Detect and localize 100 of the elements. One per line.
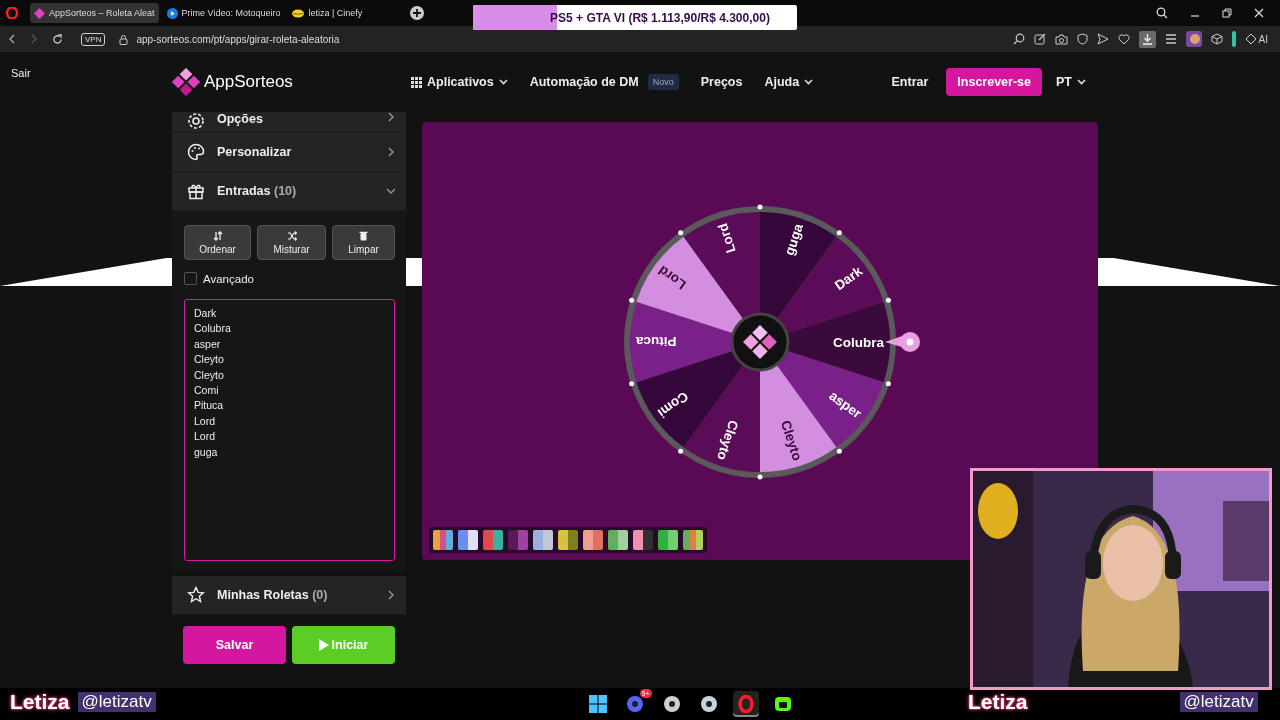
entry-text: Pituca — [194, 398, 224, 414]
tv-icon — [773, 695, 792, 713]
palette-swatch[interactable] — [583, 530, 603, 550]
accordion-header[interactable]: Personalizar — [172, 133, 406, 172]
brand-name[interactable]: AppSorteos — [204, 72, 293, 92]
segment-label: Pituca — [636, 334, 677, 349]
camera-icon[interactable] — [1054, 33, 1068, 45]
menu-icon[interactable] — [1164, 34, 1177, 44]
rim-dot — [629, 381, 635, 387]
language-selector[interactable]: PT — [1050, 74, 1092, 90]
overlay-label: Sair — [11, 67, 31, 79]
address-field[interactable]: app-sorteos.com/pt/apps/girar-roleta-aleatoria — [136, 33, 340, 45]
entry-text: guga — [194, 444, 218, 460]
rim-dot — [757, 204, 763, 210]
rim-dot — [757, 474, 763, 480]
reload-icon[interactable] — [52, 33, 63, 45]
windows-icon — [588, 695, 607, 713]
new-tab-button[interactable] — [410, 6, 425, 20]
browser-tab[interactable]: letiza | Cinefy — [288, 3, 367, 23]
circle-app-icon — [662, 695, 681, 713]
zoom-icon[interactable] — [1012, 33, 1025, 45]
nav-link[interactable]: Preços — [700, 75, 743, 89]
rim-dot — [836, 230, 842, 236]
lock-icon — [119, 33, 129, 45]
send-icon[interactable] — [1096, 33, 1109, 45]
accordion-header[interactable]: Opções — [172, 112, 406, 133]
save-button[interactable]: Salvar — [183, 626, 286, 664]
advanced-checkbox[interactable] — [184, 272, 197, 285]
taskbar-app[interactable] — [732, 691, 759, 717]
lips-icon — [292, 8, 305, 18]
nav-link[interactable]: Automação de DM Novo — [529, 74, 679, 90]
signup-button[interactable]: Inscrever-se — [946, 68, 1042, 96]
palette-swatch[interactable] — [533, 530, 553, 550]
wheel-pointer — [885, 332, 920, 352]
cube-icon[interactable] — [1210, 33, 1223, 45]
browser-tab[interactable]: Prime Video: Motoqueiro — [162, 3, 285, 23]
palette-swatch[interactable] — [633, 530, 653, 550]
segment-label: Lord — [715, 221, 739, 255]
play-icon — [166, 7, 178, 19]
palette-swatch[interactable] — [608, 530, 628, 550]
browser-tab[interactable]: AppSorteos – Roleta Aleat — [30, 3, 159, 23]
sort-icon — [212, 230, 223, 241]
segment-label: Cleyto — [777, 418, 805, 463]
accordion-header[interactable]: Minhas Roletas (0) — [172, 576, 406, 615]
palette-swatch[interactable] — [433, 530, 453, 550]
palette-icon — [187, 143, 205, 161]
restore-icon[interactable] — [1222, 8, 1232, 18]
gear-icon — [187, 112, 205, 130]
circle-app-icon — [625, 695, 644, 713]
wheel-hub[interactable] — [730, 312, 790, 372]
nav-link[interactable]: Aplicativos — [411, 75, 508, 89]
streamer-handle: @letizatv — [1179, 692, 1258, 712]
palette-swatch[interactable] — [683, 530, 703, 550]
streamer-handle: @letizatv — [77, 692, 156, 712]
rim-dot — [678, 230, 684, 236]
back-icon[interactable] — [8, 34, 16, 44]
rim-dot — [678, 448, 684, 454]
browser-logo-icon[interactable] — [6, 7, 18, 19]
entries-textarea[interactable]: Dark Colubra asper Cleyto Cleyto Comi Pituca Lord Lord guga — [184, 299, 395, 561]
nav-link[interactable]: Ajuda — [764, 75, 814, 89]
entry-text: Cleyto — [194, 367, 224, 383]
action-button[interactable]: Ordenar — [184, 225, 251, 260]
chevron-icon — [386, 147, 396, 157]
close-icon[interactable] — [1254, 8, 1264, 18]
avatar-icon[interactable] — [1185, 31, 1202, 47]
palette-swatch[interactable] — [458, 530, 478, 550]
circle-app-icon — [699, 695, 718, 713]
login-link[interactable]: Entrar — [891, 75, 929, 89]
heart-icon[interactable] — [1117, 33, 1130, 45]
palette-swatch[interactable] — [658, 530, 678, 550]
sidebar-indicator-icon[interactable] — [1231, 31, 1236, 47]
vpn-badge[interactable]: VPN — [81, 32, 106, 46]
shield-icon[interactable] — [1076, 33, 1088, 45]
chevron-down-icon — [498, 79, 508, 85]
logo-icon[interactable] — [172, 68, 200, 96]
ring-icon — [736, 695, 755, 713]
chevron-icon — [386, 590, 396, 600]
entry-text: Lord — [194, 413, 215, 429]
gift-icon — [187, 182, 205, 200]
segment-label: Colubra — [833, 335, 884, 350]
star-icon — [187, 586, 205, 604]
search-icon[interactable] — [1156, 7, 1168, 19]
rim-dot — [836, 448, 842, 454]
download-icon[interactable] — [1138, 30, 1156, 48]
palette-swatch[interactable] — [508, 530, 528, 550]
entry-text: Dark — [194, 306, 217, 321]
segment-label: guga — [781, 221, 806, 258]
checkbox-label: Avançado — [203, 272, 254, 285]
chevron-down-icon — [804, 79, 814, 85]
edit-icon[interactable] — [1033, 33, 1046, 45]
play-icon — [318, 639, 329, 651]
palette-swatch[interactable] — [558, 530, 578, 550]
goal-text: PS5 + GTA VI (R$ 1.113,90/R$ 4.300,00) — [549, 10, 770, 25]
grid-icon — [411, 76, 422, 88]
diamond-icon — [34, 7, 45, 19]
action-button[interactable]: Limpar — [332, 225, 395, 260]
entry-text: Colubra — [194, 321, 231, 337]
palette-swatch[interactable] — [483, 530, 503, 550]
accordion-header[interactable]: Entradas (10) — [172, 172, 406, 211]
action-button[interactable]: Misturar — [257, 225, 326, 260]
